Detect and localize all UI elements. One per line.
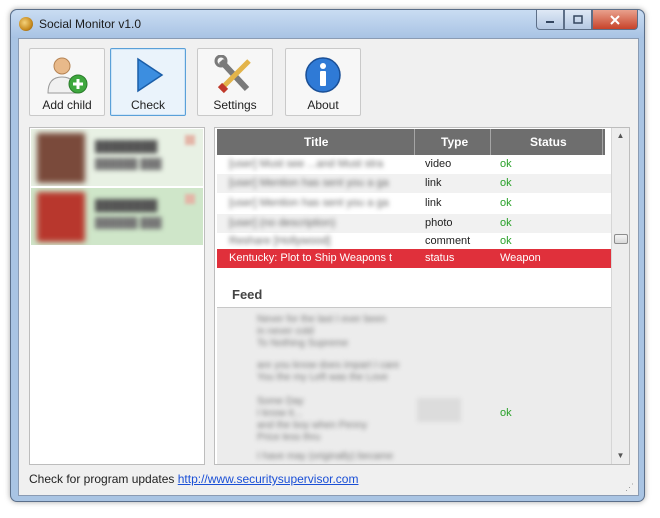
child-name: ████████ [95, 200, 158, 212]
table-row[interactable]: [user] (no description) photo ok [217, 214, 611, 233]
feed-line: and the boy when Penny [257, 420, 368, 431]
feed-content: Never for the last I ever been in never … [217, 308, 611, 464]
row-status: ok [500, 217, 512, 229]
row-title: Reshare [Hollywood] [229, 235, 331, 247]
update-link[interactable]: http://www.securitysupervisor.com [178, 472, 359, 486]
feed-line: I have may (originally) became [257, 451, 394, 462]
row-title: [user] Must see ...and Must stra [229, 158, 384, 170]
child-avatar [37, 133, 85, 183]
row-type: status [425, 252, 455, 264]
row-status: Weapon [500, 252, 541, 264]
column-type[interactable]: Type [441, 135, 468, 149]
table-row[interactable]: [user] Must see ...and Must stra video o… [217, 155, 611, 174]
settings-label: Settings [213, 98, 257, 112]
status-text: Check for program updates [29, 472, 178, 486]
feed-line: I know it... [257, 408, 303, 419]
status-bar: Check for program updates http://www.sec… [29, 472, 358, 486]
row-title: [user] Mention has sent you a ga [229, 177, 389, 189]
feed-line: To Nothing Supreme [257, 338, 349, 349]
children-list[interactable]: ████████ ██████ ███ ████████ ██████ ███ [29, 127, 205, 465]
feed-line: in never cold [257, 326, 314, 337]
check-label: Check [130, 98, 165, 112]
add-user-icon [47, 57, 88, 94]
column-separator[interactable] [602, 129, 603, 155]
about-label: About [307, 98, 339, 112]
table-row[interactable]: [user] Mention has sent you a ga link ok [217, 174, 611, 193]
info-icon [305, 57, 341, 93]
close-button[interactable] [592, 10, 638, 30]
column-separator[interactable] [414, 129, 415, 155]
maximize-button[interactable] [564, 10, 592, 30]
minimize-button[interactable] [536, 10, 564, 30]
title-bar[interactable]: Social Monitor v1.0 [11, 10, 644, 38]
app-icon [19, 17, 33, 31]
check-button[interactable]: Check [110, 48, 186, 116]
row-status: ok [500, 235, 512, 247]
minimize-icon [546, 20, 554, 23]
child-avatar [37, 192, 85, 242]
close-icon [610, 14, 620, 25]
feed-line: Never for the last I ever been [257, 314, 386, 325]
child-item[interactable]: ████████ ██████ ███ [31, 188, 203, 245]
activity-panel: Title Type Status [user] Must see ...and… [214, 127, 630, 465]
feed-line: Price less thru [257, 432, 321, 443]
alert-icon [185, 194, 195, 204]
column-title[interactable]: Title [304, 135, 328, 149]
child-item[interactable]: ████████ ██████ ███ [31, 129, 203, 186]
add-child-label: Add child [42, 98, 92, 112]
about-button[interactable]: About [285, 48, 361, 116]
row-type: link [425, 177, 442, 189]
toolbar: Add child Check Settings About [19, 39, 638, 127]
child-subtitle: ██████ ███ [95, 159, 162, 170]
feed-line: Some Day [257, 396, 304, 407]
play-icon [137, 57, 164, 93]
app-window: Social Monitor v1.0 Add child Check Sett… [10, 9, 645, 502]
child-name: ████████ [95, 141, 158, 153]
table-row[interactable]: [user] Mention has sent you a ga link ok [217, 194, 611, 213]
resize-grip-icon[interactable]: ⋰ [625, 482, 635, 492]
row-type: video [425, 158, 452, 170]
row-status: ok [500, 197, 512, 209]
feed-action-button[interactable] [417, 398, 461, 422]
tools-icon [214, 55, 251, 94]
row-title: [user] (no description) [229, 217, 336, 229]
settings-button[interactable]: Settings [197, 48, 273, 116]
feed-line: are you know does impart I care [257, 360, 400, 371]
grid-header: Title Type Status [217, 129, 605, 155]
row-type: photo [425, 217, 453, 229]
feed-heading: Feed [232, 287, 263, 302]
scroll-down-arrow-icon[interactable]: ▼ [612, 448, 629, 464]
caption-buttons [536, 10, 638, 30]
table-row-alert[interactable]: Kentucky: Plot to Ship Weapons t status … [217, 249, 611, 268]
vertical-scrollbar[interactable]: ▲ ▼ [611, 128, 629, 464]
row-status: ok [500, 158, 512, 170]
child-subtitle: ██████ ███ [95, 218, 162, 229]
column-status[interactable]: Status [530, 135, 567, 149]
scroll-up-arrow-icon[interactable]: ▲ [612, 128, 629, 144]
row-title: [user] Mention has sent you a ga [229, 197, 389, 209]
alert-icon [185, 135, 195, 145]
row-type: link [425, 197, 442, 209]
feed-line: You the my Left was the Love [257, 372, 388, 383]
add-child-button[interactable]: Add child [29, 48, 105, 116]
column-separator[interactable] [490, 129, 491, 155]
row-type: comment [425, 235, 471, 247]
row-title: Kentucky: Plot to Ship Weapons t [229, 252, 393, 264]
scroll-thumb[interactable] [614, 234, 628, 244]
window-title: Social Monitor v1.0 [39, 17, 142, 31]
row-status: ok [500, 177, 512, 189]
feed-status: ok [500, 407, 512, 419]
client-area: Add child Check Settings About ████████ … [18, 38, 639, 496]
maximize-icon [573, 14, 583, 24]
